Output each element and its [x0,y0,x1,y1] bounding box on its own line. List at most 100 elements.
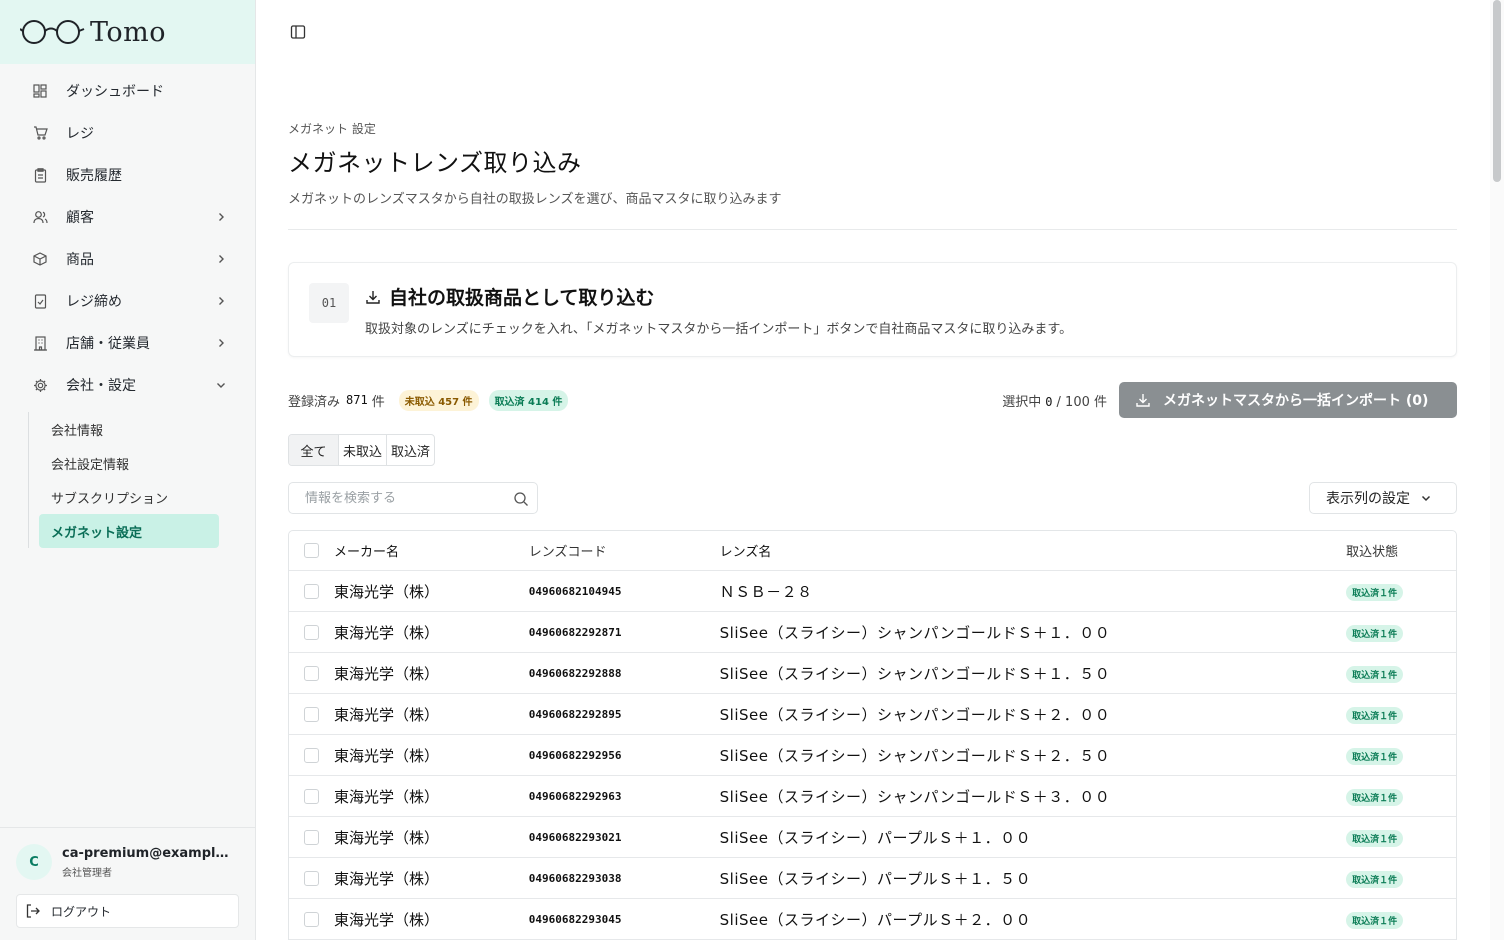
gear-icon [32,377,48,393]
name-cell: SliSee（スライシー）パープルＳ＋１．００ [719,828,1032,847]
sidebar-footer: C ca-premium@example.com 会社管理者 ログアウト [0,827,255,940]
sidebar-item-stores-staff[interactable]: 店舗・従業員 [0,322,255,364]
maker-cell: 東海光学（株） [333,705,439,724]
selected-max: / 100 件 [1056,394,1107,410]
code-cell: 04960682104945 [528,584,622,598]
table-row[interactable]: 東海光学（株） 04960682292956 SliSee（スライシー）シャンパ… [289,735,1456,776]
code-cell: 04960682293038 [528,871,622,885]
table-row[interactable]: 東海光学（株） 04960682104945 ＮＳＢ－２８ 取込済１件 [289,571,1456,612]
row-checkbox[interactable] [303,624,319,640]
logout-label: ログアウト [51,904,112,919]
subnav-item-meganet-settings[interactable]: メガネット設定 [39,514,219,548]
store-icon [32,335,48,351]
chevron-down-icon [1421,495,1431,502]
avatar: C [16,844,52,880]
breadcrumb: メガネット 設定 [288,122,376,136]
header-status[interactable]: 取込状態 [1346,541,1456,560]
row-checkbox[interactable] [303,911,319,927]
table-row[interactable]: 東海光学（株） 04960682292888 SliSee（スライシー）シャンパ… [289,653,1456,694]
bulk-import-label: メガネットマスタから一括インポート (0) [1163,393,1429,409]
imported-count-badge: 取込済 414 件 [488,389,569,411]
receipt-icon [32,167,48,183]
row-checkbox[interactable] [303,747,319,763]
column-settings-button[interactable]: 表示列の設定 [1309,482,1457,514]
logout-icon [26,904,40,918]
filter-tab-pending[interactable]: 未取込 [339,435,388,465]
row-checkbox[interactable] [303,583,319,599]
table-row[interactable]: 東海光学（株） 04960682292871 SliSee（スライシー）シャンパ… [289,612,1456,653]
table-row[interactable]: 東海光学（株） 04960682292963 SliSee（スライシー）シャンパ… [289,776,1456,817]
maker-cell: 東海光学（株） [333,746,439,765]
registered-unit: 件 [371,394,385,410]
user-profile[interactable]: C ca-premium@example.com 会社管理者 [16,844,239,880]
selected-count-text: 選択中 0/ 100 件 [1002,391,1107,410]
search-box [288,482,538,514]
sidebar-item-register-close[interactable]: レジ締め [0,280,255,322]
chevron-right-icon [219,255,224,263]
sidebar-item-label: 顧客 [66,210,94,226]
filter-tab-imported[interactable]: 取込済 [387,435,434,465]
header-name[interactable]: レンズ名 [720,541,1346,560]
filter-tabs: 全て 未取込 取込済 [288,434,436,466]
row-checkbox[interactable] [303,870,319,886]
sidebar-item-label: 販売履歴 [66,168,122,184]
status-badge: 取込済１件 [1346,584,1404,601]
chevron-right-icon [219,297,224,305]
page-scrollbar[interactable] [1490,0,1504,940]
cart-icon [32,125,48,141]
status-badge: 取込済１件 [1346,707,1404,724]
code-cell: 04960682293021 [528,830,622,844]
filter-tab-all[interactable]: 全て [289,435,339,465]
status-badge: 取込済１件 [1346,666,1404,683]
search-input[interactable] [305,490,505,506]
sidebar-item-dashboard[interactable]: ダッシュボード [0,70,255,112]
name-cell: ＮＳＢ－２８ [719,582,813,601]
chevron-right-icon [219,339,224,347]
sidebar-toggle-button[interactable] [288,22,308,42]
subnav-item-company-info[interactable]: 会社情報 [39,412,219,446]
header-code[interactable]: レンズコード [529,541,720,560]
code-cell: 04960682292963 [528,789,622,803]
lens-table: メーカー名 レンズコード レンズ名 取込状態 東海光学（株） 049606821… [288,530,1457,940]
row-checkbox[interactable] [303,665,319,681]
maker-cell: 東海光学（株） [333,910,439,929]
sidebar-item-label: 店舗・従業員 [66,336,150,352]
sidebar-item-company-settings[interactable]: 会社・設定 [0,364,255,406]
code-cell: 04960682293045 [528,912,622,926]
code-cell: 04960682292871 [528,625,622,639]
code-cell: 04960682292956 [528,748,622,762]
chevron-down-icon [217,383,225,388]
sidebar-item-customers[interactable]: 顧客 [0,196,255,238]
maker-cell: 東海光学（株） [333,787,439,806]
name-cell: SliSee（スライシー）シャンパンゴールドＳ＋１．５０ [719,664,1111,683]
sidebar-item-products[interactable]: 商品 [0,238,255,280]
maker-cell: 東海光学（株） [333,582,439,601]
maker-cell: 東海光学（株） [333,828,439,847]
row-checkbox[interactable] [303,788,319,804]
logout-button[interactable]: ログアウト [16,894,239,928]
table-row[interactable]: 東海光学（株） 04960682292895 SliSee（スライシー）シャンパ… [289,694,1456,735]
subnav-item-company-settings-info[interactable]: 会社設定情報 [39,446,219,480]
download-icon [366,290,380,304]
maker-cell: 東海光学（株） [333,869,439,888]
users-icon [32,209,48,225]
sidebar-item-sales-history[interactable]: 販売履歴 [0,154,255,196]
header-maker[interactable]: メーカー名 [334,541,529,560]
subnav-item-subscription[interactable]: サブスクリプション [39,480,219,514]
maker-cell: 東海光学（株） [333,623,439,642]
registered-count: 871 [346,393,368,407]
step-title: 自社の取扱商品として取り込む [389,287,655,309]
table-row[interactable]: 東海光学（株） 04960682293021 SliSee（スライシー）パープル… [289,817,1456,858]
bulk-import-button[interactable]: メガネットマスタから一括インポート (0) [1119,382,1457,418]
divider [288,229,1457,230]
sidebar-item-register[interactable]: レジ [0,112,255,154]
brand-name: Tomo [90,16,167,48]
name-cell: SliSee（スライシー）シャンパンゴールドＳ＋３．００ [719,787,1111,806]
step-description: 取扱対象のレンズにチェックを入れ、「メガネットマスタから一括インポート」ボタンで… [365,322,1073,337]
row-checkbox[interactable] [303,706,319,722]
scrollbar-thumb[interactable] [1493,0,1501,182]
table-row[interactable]: 東海光学（株） 04960682293045 SliSee（スライシー）パープル… [289,899,1456,940]
select-all-checkbox[interactable] [303,543,319,558]
table-row[interactable]: 東海光学（株） 04960682293038 SliSee（スライシー）パープル… [289,858,1456,899]
row-checkbox[interactable] [303,829,319,845]
